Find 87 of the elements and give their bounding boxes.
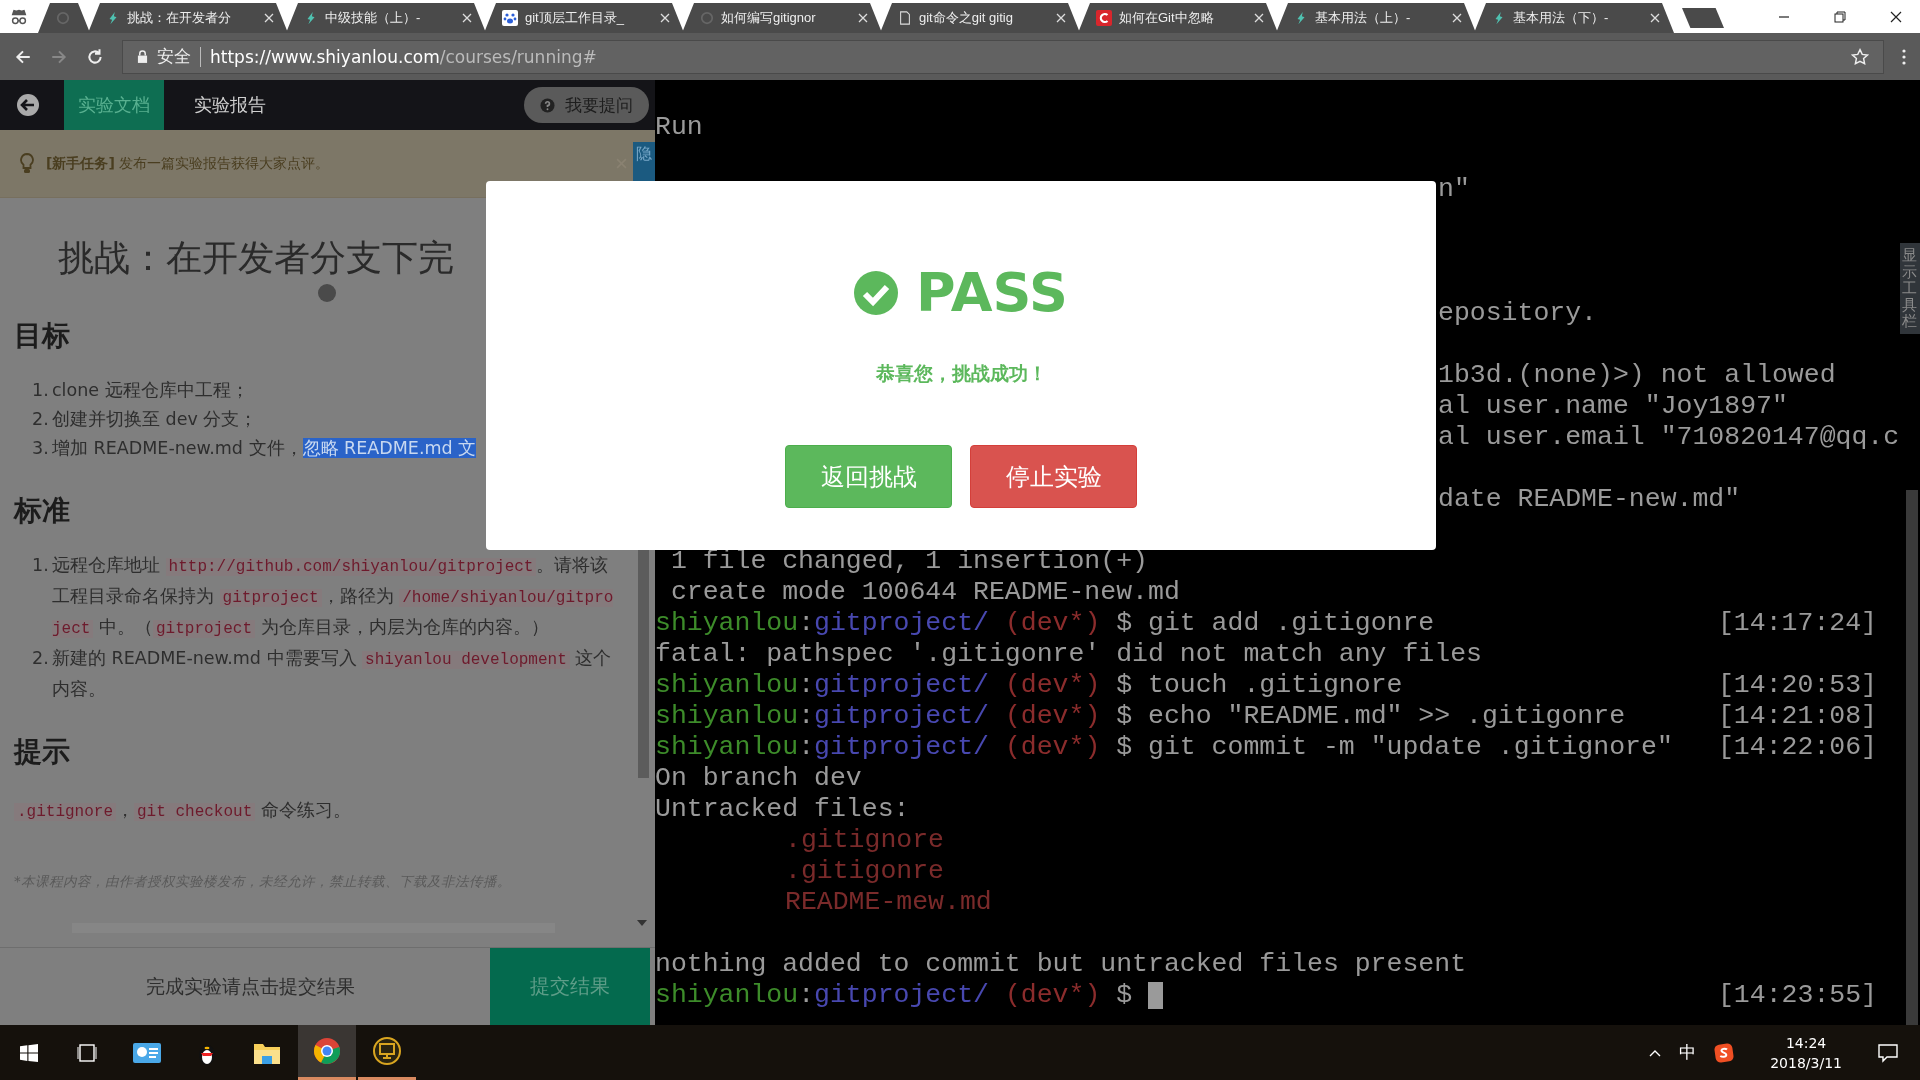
- security-label: 安全: [157, 45, 191, 68]
- clock-date[interactable]: 2018/3/11: [1770, 1052, 1842, 1073]
- terminal-output: fatal: pathspec '.gitigonre' did not match any files: [655, 639, 1482, 670]
- lightbulb-icon: [20, 152, 34, 175]
- timestamp: [14:17:24]: [1717, 608, 1877, 639]
- terminal-output: nothing added to commit but untracked files present: [655, 949, 1467, 980]
- monitor-icon: [373, 1037, 401, 1065]
- terminal-prompt: shiyanlou:gitproject/ (dev*) $ echo "README.md" >> .gitigonre: [655, 701, 1626, 732]
- browser-tab[interactable]: 基本用法（下）-: [1474, 3, 1674, 33]
- browser-tab[interactable]: 中级技能（上）-: [286, 3, 486, 33]
- section-heading: 标准: [14, 493, 71, 529]
- check-circle-icon: [854, 271, 899, 315]
- browser-tab[interactable]: 基本用法（上）-: [1276, 3, 1476, 33]
- spinner-icon: [56, 11, 70, 25]
- back-icon[interactable]: [16, 93, 40, 117]
- terminal-output: date README-new.md": [1438, 484, 1741, 515]
- spinner-icon: [700, 11, 714, 25]
- scroll-down-icon[interactable]: [637, 920, 647, 926]
- terminal-output: al user.name "Joy1897": [1438, 391, 1788, 422]
- terminal-prompt: shiyanlou:gitproject/ (dev*) $ touch .gitignore: [655, 670, 1403, 701]
- terminal-output: Untracked files:: [655, 794, 910, 825]
- untracked-file: .gitignore: [785, 825, 945, 856]
- browser-tab[interactable]: git顶层工作目录_: [484, 3, 684, 33]
- c-logo-icon: [1096, 10, 1112, 26]
- hint-text: .gitignore ， git checkout 命令练习。: [14, 796, 615, 827]
- list-item-text: 创建并切换至 dev 分支；: [52, 408, 259, 431]
- notice-text: [新手任务] 发布一篇实验报告获得大家点评。: [46, 154, 330, 173]
- terminal-output: al user.email "710820147@qq.c: [1438, 422, 1900, 453]
- notification-icon[interactable]: [1878, 1042, 1898, 1063]
- terminal-prompt: shiyanlou:gitproject/ (dev*) $ git add .gitigonre: [655, 608, 1435, 639]
- restore-icon[interactable]: [1834, 10, 1846, 23]
- list-number: 2.: [32, 647, 50, 670]
- section-heading: 目标: [14, 318, 71, 354]
- terminal-output: epository.: [1438, 298, 1598, 329]
- chevron-up-icon[interactable]: [1649, 1048, 1662, 1057]
- list-number: 1.: [32, 554, 50, 577]
- success-message: 恭喜您，挑战成功！: [875, 361, 1047, 386]
- stop-lab-button[interactable]: 停止实验: [970, 445, 1137, 508]
- browser-icon: [313, 1037, 341, 1065]
- browser-tab[interactable]: 如何在Git中忽略: [1078, 3, 1278, 33]
- task-view-icon[interactable]: [76, 1043, 98, 1062]
- new-tab-button[interactable]: [1682, 8, 1724, 28]
- list-item-text: 远程仓库地址 http://github.com/shiyanlou/gitproject 。请将该工程目录命名保持为 gitproject ，路径为 /home/shiyanlou/gitproject 中。（ gitproject 为仓库目录，内层为仓库的内容。）: [52, 554, 615, 640]
- list-number: 1.: [32, 379, 50, 402]
- page-title: 挑战：在开发者分支下完: [58, 236, 455, 280]
- lock-icon: [137, 50, 148, 63]
- section-heading: 提示: [14, 734, 71, 770]
- terminal-prompt: shiyanlou:gitproject/ (dev*) $ git commit -m "update .gitignore": [655, 732, 1673, 763]
- star-icon[interactable]: [1851, 47, 1869, 66]
- windows-start-icon[interactable]: [20, 1043, 38, 1062]
- address-bar[interactable]: 安全 https://www.shiyanlou.com/courses/running#: [122, 39, 1884, 74]
- timestamp: [14:21:08]: [1717, 701, 1877, 732]
- browser-tab[interactable]: 挑战：在开发者分: [88, 3, 288, 33]
- doc-tab[interactable]: 实验报告: [180, 80, 280, 130]
- url-text: https://www.shiyanlou.com/courses/running#: [210, 46, 597, 67]
- list-item-text: clone 远程仓库中工程；: [52, 379, 250, 402]
- loading-dot: [318, 284, 336, 302]
- scrollbar-thumb[interactable]: [1906, 490, 1918, 1025]
- terminal-output: Run: [655, 112, 703, 143]
- show-toolbar-tab[interactable]: 显示工具栏: [1900, 243, 1920, 334]
- clock-time[interactable]: 14:24: [1785, 1032, 1827, 1053]
- untracked-file: README-mew.md: [785, 887, 992, 918]
- close-icon[interactable]: [1890, 10, 1902, 23]
- timestamp: [14:22:06]: [1717, 732, 1877, 763]
- menu-icon[interactable]: [1902, 48, 1906, 65]
- terminal-output: n": [1438, 174, 1470, 205]
- submit-hint: 完成实验请点击提交结果: [144, 973, 356, 999]
- reload-icon[interactable]: [86, 47, 104, 66]
- sogou-s-icon[interactable]: [1714, 1042, 1735, 1063]
- paw-icon: [502, 10, 518, 26]
- browser-tab[interactable]: 如何编写gitignor: [682, 3, 882, 33]
- list-item-text: 新建的 README-new.md 中需要写入 shiyanlou development 这个内容。: [52, 647, 613, 701]
- browser-tab[interactable]: git命令之git gitig: [880, 3, 1080, 33]
- untracked-file: .gitigonre: [785, 856, 945, 887]
- terminal-prompt: shiyanlou:gitproject/ (dev*) $: [655, 980, 1133, 1011]
- timestamp: [14:20:53]: [1717, 670, 1877, 701]
- terminal-output: On branch dev: [655, 763, 862, 794]
- timestamp: [14:23:55]: [1717, 980, 1877, 1011]
- contact-card-icon: [133, 1042, 161, 1063]
- help-icon: [540, 97, 555, 113]
- pass-status: PASS: [916, 261, 1068, 325]
- list-number: 2.: [32, 408, 50, 431]
- input-method-indicator[interactable]: 中: [1679, 1041, 1697, 1064]
- document-icon: [898, 10, 912, 26]
- list-number: 3.: [32, 437, 50, 460]
- terminal-output: create mode 100644 README-new.md: [669, 577, 1180, 608]
- terminal-output: 1b3d.(none)>) not allowed: [1438, 360, 1836, 391]
